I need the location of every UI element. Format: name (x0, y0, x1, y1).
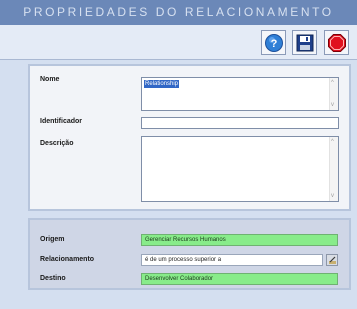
svg-text:?: ? (271, 38, 278, 50)
identificador-label: Identificador (40, 118, 83, 125)
save-icon (296, 34, 314, 52)
nome-field[interactable]: Relationship ^ v (141, 77, 339, 111)
identificador-field[interactable] (141, 117, 339, 129)
scroll-down-icon[interactable]: v (331, 102, 334, 108)
toolbar: ? (0, 25, 357, 59)
nome-scrollbar[interactable]: ^ v (329, 78, 338, 110)
stop-button[interactable] (324, 30, 349, 55)
window-title: PROPRIEDADES DO RELACIONAMENTO (0, 0, 357, 25)
toolbar-divider (0, 59, 357, 60)
descricao-field[interactable]: ^ v (141, 136, 339, 202)
save-button[interactable] (292, 30, 317, 55)
relacionamento-label: Relacionamento (40, 256, 95, 263)
relation-panel: Origem Gerenciar Recursos Humanos Relaci… (28, 218, 351, 290)
origem-field[interactable]: Gerenciar Recursos Humanos (141, 234, 338, 246)
nome-label: Nome (40, 76, 60, 83)
destino-label: Destino (40, 275, 66, 282)
relacionamento-field[interactable]: é de um processo superior a (141, 254, 323, 266)
origem-label: Origem (40, 236, 65, 243)
scroll-up-icon[interactable]: ^ (331, 80, 334, 86)
scroll-up-icon[interactable]: ^ (331, 139, 334, 145)
nome-value: Relationship (144, 80, 180, 88)
relacionamento-picker-button[interactable] (326, 254, 338, 266)
descricao-label: Descrição (40, 140, 74, 147)
scroll-down-icon[interactable]: v (331, 193, 334, 199)
edit-icon (329, 256, 336, 264)
relationship-properties-window: PROPRIEDADES DO RELACIONAMENTO ? Nome Re… (0, 0, 357, 309)
descricao-scrollbar[interactable]: ^ v (329, 137, 338, 201)
stop-icon (328, 34, 346, 52)
general-panel: Nome Relationship ^ v Identificador Desc… (28, 64, 351, 211)
destino-field[interactable]: Desenvolver Colaborador (141, 273, 338, 285)
help-button[interactable]: ? (261, 30, 286, 55)
help-icon: ? (265, 34, 283, 52)
